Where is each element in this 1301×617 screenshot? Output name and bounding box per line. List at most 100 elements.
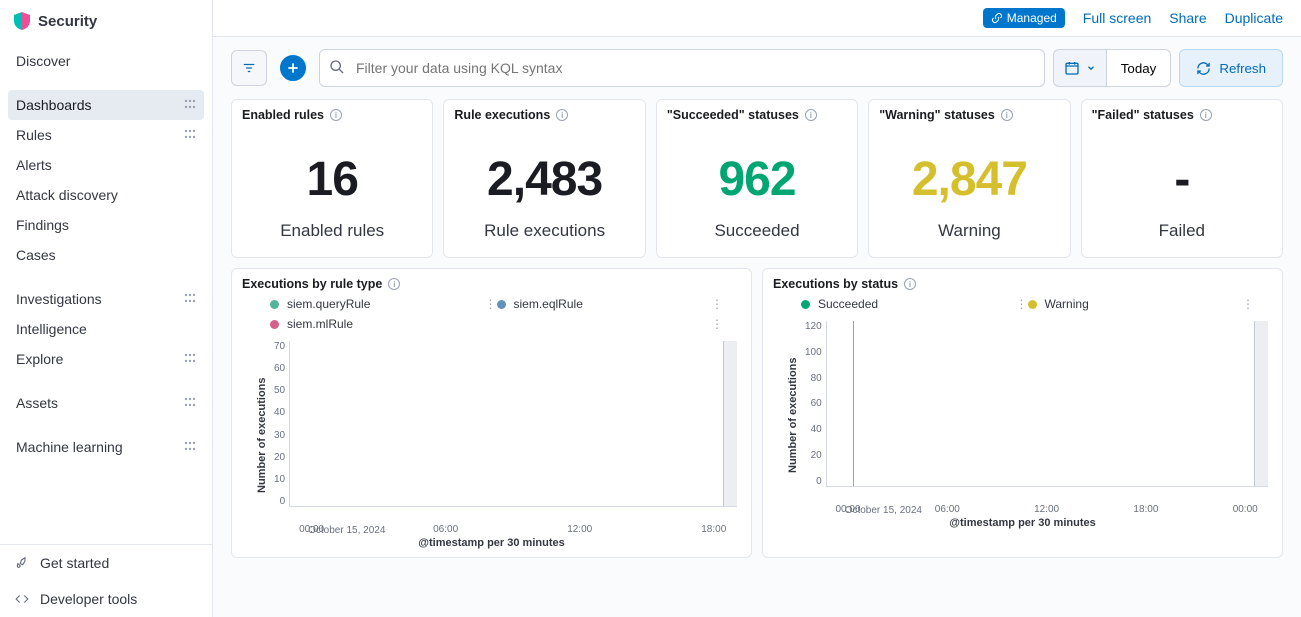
metric-cards-row: Enabled rulesi16Enabled rulesRule execut… [213,99,1301,268]
x-date-label: October 15, 2024 [845,505,922,516]
info-icon[interactable]: i [805,109,817,121]
sidebar-footer: Get started Developer tools [0,544,212,617]
legend-actions-icon[interactable]: ⋮ [485,297,497,311]
sidebar-item-label: Intelligence [16,321,87,337]
x-axis-title: @timestamp per 30 minutes [242,535,741,551]
legend-item[interactable]: siem.eqlRule⋮ [497,297,724,311]
legend-actions-icon[interactable]: ⋮ [1016,297,1028,311]
legend-item[interactable]: Warning⋮ [1028,297,1255,311]
sidebar-nav: Discover Dashboards Rules Alerts Attack disc… [0,42,212,544]
metric-value: 962 [718,152,795,207]
info-icon[interactable]: i [330,109,342,121]
legend-actions-icon[interactable]: ⋮ [711,297,723,311]
share-link[interactable]: Share [1169,10,1206,26]
sidebar-item-explore[interactable]: Explore [8,344,204,374]
managed-badge[interactable]: Managed [983,8,1065,28]
refresh-label: Refresh [1219,61,1266,76]
y-ticks: 706050403020100 [270,335,289,535]
kql-search-input[interactable] [319,49,1045,87]
legend-actions-icon[interactable]: ⋮ [1242,297,1254,311]
sidebar: Security Discover Dashboards Rules Alerts At… [0,0,213,617]
grid-icon [184,439,196,455]
query-bar: Today Refresh [213,37,1301,99]
metric-value: 2,483 [487,152,602,207]
sidebar-item-machine-learning[interactable]: Machine learning [8,432,204,462]
sidebar-item-investigations[interactable]: Investigations [8,284,204,314]
grid-icon [184,351,196,367]
chart-plot[interactable]: 00:0006:0012:0018:0000:00 October 15, 20… [826,321,1268,487]
main: Managed Full screen Share Duplicate [213,0,1301,617]
chart-plot[interactable]: 00:0006:0012:0018:00 October 15, 2024 [289,341,737,507]
y-axis-label: Number of executions [254,335,270,535]
sidebar-item-cases[interactable]: Cases [8,240,204,270]
info-icon[interactable]: i [1200,109,1212,121]
metric-card: "Failed" statusesi-Failed [1081,99,1283,258]
metric-label: Succeeded [714,221,799,241]
code-icon [14,591,30,607]
brush-handle[interactable] [723,341,737,506]
card-title: "Succeeded" statusesi [667,108,847,122]
sidebar-item-label: Rules [16,127,52,143]
legend-item[interactable]: Succeeded⋮ [801,297,1028,311]
sidebar-item-alerts[interactable]: Alerts [8,150,204,180]
link-icon [991,12,1003,24]
footer-get-started[interactable]: Get started [0,545,212,581]
metric-card: Enabled rulesi16Enabled rules [231,99,433,258]
sidebar-item-label: Machine learning [16,439,123,455]
sidebar-item-intelligence[interactable]: Intelligence [8,314,204,344]
topbar: Managed Full screen Share Duplicate [213,0,1301,37]
sidebar-item-label: Attack discovery [16,187,118,203]
metric-value: 2,847 [912,152,1027,207]
metric-label: Failed [1159,221,1205,241]
chart-executions-by-status: Executions by status i Succeeded⋮Warning… [762,268,1283,558]
legend-swatch [497,300,506,309]
chart-title: Executions by status i [773,277,1272,291]
sidebar-item-discover[interactable]: Discover [8,46,204,76]
duplicate-link[interactable]: Duplicate [1225,10,1283,26]
legend-item[interactable]: siem.mlRule ⋮ [270,317,723,331]
sidebar-item-attack-discovery[interactable]: Attack discovery [8,180,204,210]
sidebar-item-rules[interactable]: Rules [8,120,204,150]
x-axis-title: @timestamp per 30 minutes [773,515,1272,531]
card-title: Enabled rulesi [242,108,422,122]
legend-swatch [270,320,279,329]
legend-swatch [801,300,810,309]
y-ticks: 120100806040200 [801,315,826,515]
sidebar-item-assets[interactable]: Assets [8,388,204,418]
grid-icon [184,127,196,143]
info-icon[interactable]: i [388,278,400,290]
legend-label: siem.queryRule [287,297,477,311]
refresh-button[interactable]: Refresh [1179,49,1283,87]
sidebar-header: Security [0,0,212,42]
info-icon[interactable]: i [1001,109,1013,121]
date-picker-button[interactable] [1053,49,1107,87]
legend-label: siem.mlRule [287,317,703,331]
security-logo-icon [14,12,30,30]
sidebar-item-label: Cases [16,247,56,263]
info-icon[interactable]: i [904,278,916,290]
x-date-label: October 15, 2024 [308,525,385,536]
search-icon [329,59,345,78]
info-icon[interactable]: i [556,109,568,121]
brush-handle[interactable] [1254,321,1268,486]
app-title: Security [38,13,97,30]
legend-swatch [270,300,279,309]
filter-icon [242,61,256,75]
date-quick-today[interactable]: Today [1107,49,1172,87]
legend-swatch [1028,300,1037,309]
legend-item[interactable]: siem.queryRule ⋮ [270,297,497,311]
sidebar-item-label: Assets [16,395,58,411]
legend-actions-icon[interactable]: ⋮ [711,317,723,331]
chart-legend: siem.queryRule⋮siem.eqlRule⋮siem.mlRule⋮ [242,291,741,335]
sidebar-item-findings[interactable]: Findings [8,210,204,240]
sidebar-item-dashboards[interactable]: Dashboards [8,90,204,120]
time-marker [853,321,854,486]
card-title: Rule executionsi [454,108,634,122]
metric-card: Rule executionsi2,483Rule executions [443,99,645,258]
add-filter-button[interactable] [280,55,306,81]
filter-toggle-button[interactable] [231,50,267,86]
footer-devtools[interactable]: Developer tools [0,581,212,617]
grid-icon [184,395,196,411]
fullscreen-link[interactable]: Full screen [1083,10,1151,26]
metric-value: 16 [307,152,358,207]
